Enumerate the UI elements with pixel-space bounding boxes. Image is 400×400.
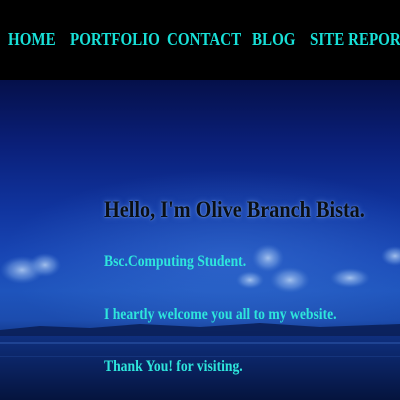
nav-link-blog[interactable]: BLOG: [252, 27, 295, 51]
cloud-shape: [270, 267, 310, 293]
hero-subtitle: Bsc.Computing Student.: [104, 253, 247, 270]
page: HOME PORTFOLIO CONTACT BLOG SITE REPORT: [0, 0, 400, 400]
hero-greeting-heading: Hello, I'm Olive Branch Bista.: [104, 197, 365, 222]
nav-link-site-report[interactable]: SITE REPORT: [310, 27, 400, 51]
cloud-shape: [236, 271, 264, 289]
nav-menu: HOME PORTFOLIO CONTACT BLOG SITE REPORT: [0, 27, 400, 51]
nav-link-contact[interactable]: CONTACT: [167, 27, 241, 51]
cloud-shape: [330, 268, 370, 288]
nav-link-home[interactable]: HOME: [8, 27, 56, 51]
sea-sky-scenery-image: [0, 170, 400, 400]
cloud-shape: [29, 253, 61, 277]
hero-thanks-text: Thank You! for visiting.: [104, 358, 243, 375]
hero-welcome-text: I heartly welcome you all to my website.: [104, 306, 337, 323]
hero-background: [0, 80, 400, 400]
nav-link-portfolio[interactable]: PORTFOLIO: [70, 27, 160, 51]
cloud-shape: [252, 244, 284, 272]
top-navbar: HOME PORTFOLIO CONTACT BLOG SITE REPORT: [0, 0, 400, 80]
